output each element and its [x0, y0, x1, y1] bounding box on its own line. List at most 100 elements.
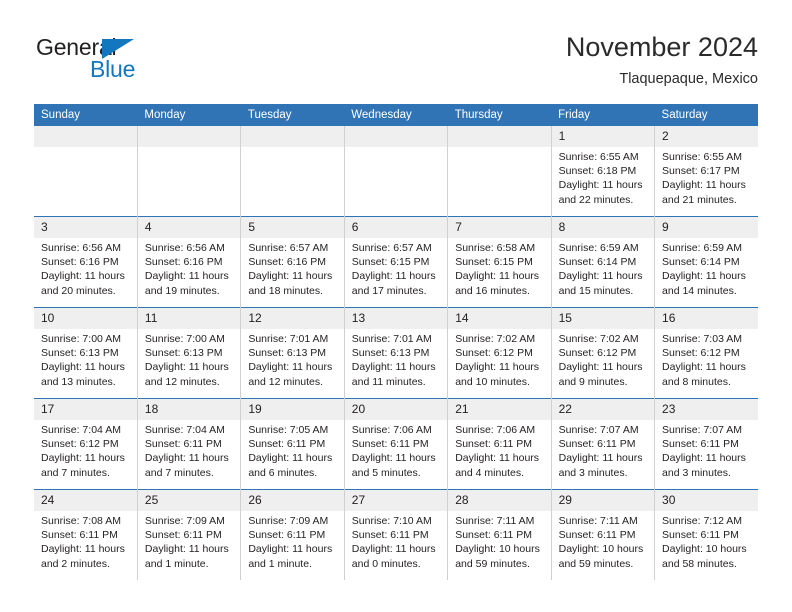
calendar-day-cell[interactable]: 4 Sunrise: 6:56 AM Sunset: 6:16 PM Daylight… [136, 216, 242, 308]
day-details: Sunrise: 7:05 AM Sunset: 6:11 PM Daylight:… [241, 420, 343, 480]
calendar-day-cell[interactable]: 21 Sunrise: 7:06 AM Sunset: 6:11 PM Dayligh… [447, 398, 552, 490]
calendar-day-cell[interactable]: 30 Sunrise: 7:12 AM Sunset: 6:11 PM Dayligh… [654, 489, 758, 580]
sunset-text: Sunset: 6:15 PM [351, 256, 430, 269]
daylight-text: Daylight: 11 hours and 4 minutes. [455, 452, 540, 479]
sunset-text: Sunset: 6:11 PM [41, 529, 118, 542]
calendar-page: General Blue November 2024 Tlaquepaque, … [0, 0, 792, 612]
sunrise-text: Sunrise: 7:04 AM [144, 424, 225, 436]
sunset-text: Sunset: 6:13 PM [144, 347, 223, 360]
day-number: 11 [137, 308, 241, 329]
day-number: 15 [551, 308, 655, 329]
day-details: Sunrise: 7:03 AM Sunset: 6:12 PM Daylight:… [655, 329, 758, 389]
calendar-day-cell[interactable]: 25 Sunrise: 7:09 AM Sunset: 6:11 PM Dayligh… [136, 489, 242, 580]
day-details: Sunrise: 7:07 AM Sunset: 6:11 PM Daylight:… [655, 420, 758, 480]
sunset-text: Sunset: 6:15 PM [455, 256, 533, 269]
day-details: Sunrise: 7:08 AM Sunset: 6:11 PM Daylight:… [34, 511, 137, 571]
sunset-text: Sunset: 6:11 PM [351, 438, 429, 451]
day-number [448, 126, 551, 147]
daylight-text: Daylight: 11 hours and 1 minute. [144, 543, 229, 570]
daylight-text: Daylight: 11 hours and 0 minutes. [351, 543, 436, 570]
calendar-week-row: 17 Sunrise: 7:04 AM Sunset: 6:12 PM Dayligh… [34, 398, 758, 490]
calendar-day-cell[interactable]: 1 Sunrise: 6:55 AM Sunset: 6:18 PM Daylight… [550, 126, 656, 217]
calendar-day-cell[interactable]: 9 Sunrise: 6:59 AM Sunset: 6:14 PM Daylight… [654, 216, 758, 308]
sunset-text: Sunset: 6:13 PM [351, 347, 430, 360]
calendar-day-cell[interactable]: 19 Sunrise: 7:05 AM Sunset: 6:11 PM Dayligh… [240, 398, 345, 490]
calendar-day-cell[interactable]: 6 Sunrise: 6:57 AM Sunset: 6:15 PM Daylight… [343, 216, 449, 308]
sunrise-text: Sunrise: 7:03 AM [662, 333, 742, 345]
brand-logo[interactable]: General Blue [34, 34, 164, 86]
sunrise-text: Sunrise: 7:11 AM [455, 515, 535, 527]
calendar-day-cell[interactable]: 18 Sunrise: 7:04 AM Sunset: 6:11 PM Dayligh… [136, 398, 242, 490]
daylight-text: Daylight: 11 hours and 11 minutes. [351, 361, 436, 388]
calendar-week-row: 24 Sunrise: 7:08 AM Sunset: 6:11 PM Dayligh… [34, 489, 758, 580]
calendar-day-cell[interactable]: 16 Sunrise: 7:03 AM Sunset: 6:12 PM Dayligh… [654, 307, 758, 399]
calendar-day-cell[interactable]: 10 Sunrise: 7:00 AM Sunset: 6:13 PM Dayligh… [34, 307, 138, 399]
daylight-text: Daylight: 11 hours and 5 minutes. [351, 452, 436, 479]
calendar-week-row: 1 Sunrise: 6:55 AM Sunset: 6:18 PM Daylight… [34, 126, 758, 217]
calendar-day-cell[interactable]: 17 Sunrise: 7:04 AM Sunset: 6:12 PM Dayligh… [34, 398, 138, 490]
daylight-text: Daylight: 11 hours and 2 minutes. [41, 543, 125, 570]
day-details: Sunrise: 7:02 AM Sunset: 6:12 PM Daylight:… [552, 329, 654, 389]
sunset-text: Sunset: 6:16 PM [144, 256, 223, 269]
day-details: Sunrise: 6:58 AM Sunset: 6:15 PM Daylight:… [448, 238, 550, 298]
calendar-day-cell[interactable]: 2 Sunrise: 6:55 AM Sunset: 6:17 PM Daylight… [654, 126, 758, 217]
calendar-day-cell[interactable]: 8 Sunrise: 6:59 AM Sunset: 6:14 PM Daylight… [550, 216, 656, 308]
calendar-day-cell[interactable]: 24 Sunrise: 7:08 AM Sunset: 6:11 PM Dayligh… [34, 489, 138, 580]
calendar-day-cell[interactable]: 11 Sunrise: 7:00 AM Sunset: 6:13 PM Dayligh… [136, 307, 242, 399]
day-number: 19 [241, 399, 344, 420]
daylight-text: Daylight: 11 hours and 22 minutes. [558, 179, 643, 206]
calendar-day-cell[interactable]: 3 Sunrise: 6:56 AM Sunset: 6:16 PM Daylight… [34, 216, 138, 308]
sunset-text: Sunset: 6:11 PM [662, 529, 739, 542]
day-details: Sunrise: 7:02 AM Sunset: 6:12 PM Daylight:… [448, 329, 550, 389]
day-details: Sunrise: 6:59 AM Sunset: 6:14 PM Daylight:… [552, 238, 654, 298]
sunset-text: Sunset: 6:14 PM [662, 256, 740, 269]
weekday-header-thursday: Thursday [447, 104, 552, 126]
calendar-day-cell[interactable]: 12 Sunrise: 7:01 AM Sunset: 6:13 PM Dayligh… [240, 307, 345, 399]
day-number: 9 [655, 217, 758, 238]
calendar-day-cell[interactable]: 28 Sunrise: 7:11 AM Sunset: 6:11 PM Dayligh… [447, 489, 552, 580]
day-number: 20 [344, 399, 448, 420]
sunrise-text: Sunrise: 6:56 AM [144, 242, 225, 254]
day-number: 22 [551, 399, 655, 420]
daylight-text: Daylight: 11 hours and 7 minutes. [41, 452, 125, 479]
day-details: Sunrise: 7:09 AM Sunset: 6:11 PM Daylight:… [138, 511, 240, 571]
calendar-day-cell[interactable]: 29 Sunrise: 7:11 AM Sunset: 6:11 PM Dayligh… [550, 489, 656, 580]
day-number: 29 [551, 490, 655, 511]
day-details: Sunrise: 7:11 AM Sunset: 6:11 PM Daylight:… [552, 511, 654, 571]
sunrise-text: Sunrise: 7:02 AM [455, 333, 536, 345]
day-number: 12 [241, 308, 344, 329]
day-details: Sunrise: 7:10 AM Sunset: 6:11 PM Daylight:… [345, 511, 447, 571]
daylight-text: Daylight: 11 hours and 3 minutes. [558, 452, 643, 479]
day-number: 6 [344, 217, 448, 238]
sunset-text: Sunset: 6:13 PM [248, 347, 326, 360]
weekday-header-monday: Monday [137, 104, 241, 126]
day-number: 24 [34, 490, 137, 511]
daylight-text: Daylight: 10 hours and 58 minutes. [662, 543, 747, 570]
calendar-day-cell[interactable]: 13 Sunrise: 7:01 AM Sunset: 6:13 PM Dayligh… [343, 307, 449, 399]
calendar-day-cell[interactable]: 14 Sunrise: 7:02 AM Sunset: 6:12 PM Dayligh… [447, 307, 552, 399]
day-number: 28 [448, 490, 551, 511]
daylight-text: Daylight: 11 hours and 16 minutes. [455, 270, 540, 297]
day-details: Sunrise: 7:01 AM Sunset: 6:13 PM Daylight:… [241, 329, 343, 389]
calendar-day-cell[interactable]: 23 Sunrise: 7:07 AM Sunset: 6:11 PM Dayligh… [654, 398, 758, 490]
sunrise-text: Sunrise: 6:58 AM [455, 242, 536, 254]
day-details: Sunrise: 7:07 AM Sunset: 6:11 PM Daylight:… [552, 420, 654, 480]
calendar-day-cell-empty [343, 126, 449, 217]
daylight-text: Daylight: 11 hours and 21 minutes. [662, 179, 746, 206]
calendar-day-cell[interactable]: 26 Sunrise: 7:09 AM Sunset: 6:11 PM Dayligh… [240, 489, 345, 580]
daylight-text: Daylight: 11 hours and 17 minutes. [351, 270, 436, 297]
day-number: 16 [655, 308, 758, 329]
calendar-day-cell[interactable]: 7 Sunrise: 6:58 AM Sunset: 6:15 PM Daylight… [447, 216, 552, 308]
calendar-day-cell[interactable]: 27 Sunrise: 7:10 AM Sunset: 6:11 PM Dayligh… [343, 489, 449, 580]
calendar-day-cell[interactable]: 15 Sunrise: 7:02 AM Sunset: 6:12 PM Dayligh… [550, 307, 656, 399]
weekday-header-tuesday: Tuesday [240, 104, 345, 126]
day-details: Sunrise: 7:12 AM Sunset: 6:11 PM Daylight:… [655, 511, 758, 571]
calendar-day-cell[interactable]: 5 Sunrise: 6:57 AM Sunset: 6:16 PM Daylight… [240, 216, 345, 308]
calendar-day-cell[interactable]: 22 Sunrise: 7:07 AM Sunset: 6:11 PM Dayligh… [550, 398, 656, 490]
page-subtitle: Tlaquepaque, Mexico [619, 71, 758, 87]
day-number: 4 [137, 217, 241, 238]
day-number: 14 [448, 308, 551, 329]
weekday-header-wednesday: Wednesday [344, 104, 448, 126]
calendar-day-cell[interactable]: 20 Sunrise: 7:06 AM Sunset: 6:11 PM Dayligh… [343, 398, 449, 490]
calendar-week-row: 3 Sunrise: 6:56 AM Sunset: 6:16 PM Daylight… [34, 216, 758, 308]
